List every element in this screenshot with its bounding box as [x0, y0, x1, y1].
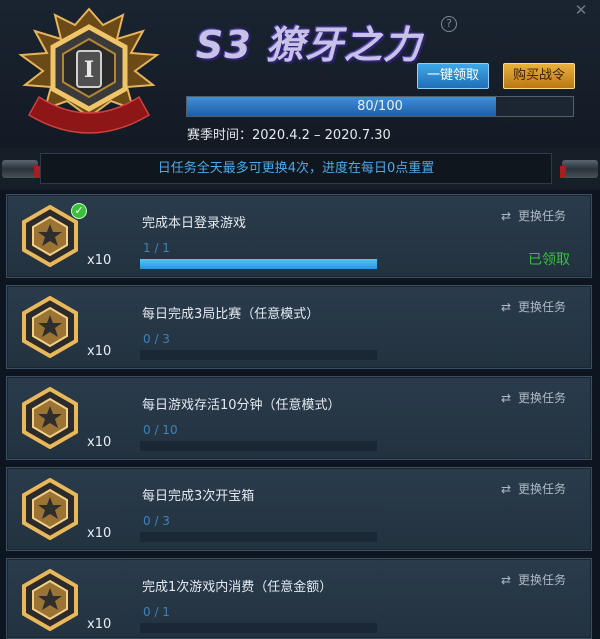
task-progress-bar — [140, 532, 377, 542]
swap-task-button[interactable]: ⇄ 更换任务 — [501, 298, 566, 315]
task-progress-text: 0 / 3 — [143, 514, 170, 528]
season-header: I S3 獠牙之力 ? ✕ 一键领取 购买战令 80/100 赛季时间：2020… — [0, 0, 600, 148]
task-progress-bar — [140, 623, 377, 633]
notice-panel: 日任务全天最多可更换4次，进度在每日0点重置 — [40, 153, 552, 184]
close-icon[interactable]: ✕ — [570, 2, 592, 18]
swap-icon: ⇄ — [501, 300, 512, 314]
task-card: ✓ x10 完成本日登录游戏 1 / 1 ⇄ 更换任务 已领取 — [6, 194, 592, 278]
help-icon[interactable]: ? — [441, 16, 457, 32]
task-reward: x10 — [87, 344, 112, 359]
task-reward: x10 — [87, 435, 112, 450]
pipe-right-decoration — [562, 160, 598, 178]
swap-task-button[interactable]: ⇄ 更换任务 — [501, 480, 566, 497]
star-medal-icon — [22, 569, 78, 631]
notice-bar: 日任务全天最多可更换4次，进度在每日0点重置 — [0, 148, 600, 190]
task-card: x10 每日完成3局比赛（任意模式） 0 / 3 ⇄ 更换任务 — [6, 285, 592, 369]
task-reward: x10 — [87, 617, 112, 632]
task-progress-bar — [140, 350, 377, 360]
season-title: S3 獠牙之力 — [196, 23, 423, 67]
swap-task-button[interactable]: ⇄ 更换任务 — [501, 207, 566, 224]
swap-task-label: 更换任务 — [518, 573, 567, 587]
season-progress-bar: 80/100 — [186, 96, 574, 117]
task-progress-bar — [140, 441, 377, 451]
swap-task-label: 更换任务 — [518, 300, 567, 314]
task-progress-text: 1 / 1 — [143, 241, 170, 255]
task-progress-fill — [140, 259, 377, 269]
task-reward: x10 — [87, 526, 112, 541]
rank-level-text: I — [84, 57, 94, 83]
swap-task-button[interactable]: ⇄ 更换任务 — [501, 571, 566, 588]
pipe-left-decoration — [2, 160, 38, 178]
task-title: 完成1次游戏内消费（任意金额） — [142, 580, 333, 595]
star-medal-icon — [22, 387, 78, 449]
task-card: x10 每日游戏存活10分钟（任意模式） 0 / 10 ⇄ 更换任务 — [6, 376, 592, 460]
swap-icon: ⇄ — [501, 391, 512, 405]
task-list: ✓ x10 完成本日登录游戏 1 / 1 ⇄ 更换任务 已领取 x10 每日完成3… — [0, 190, 600, 639]
claimed-status: 已领取 — [528, 252, 570, 268]
season-time: 赛季时间：2020.4.2 – 2020.7.30 — [187, 128, 391, 143]
task-title: 每日完成3局比赛（任意模式） — [142, 307, 320, 322]
claim-all-button[interactable]: 一键领取 — [417, 63, 489, 89]
star-medal-icon — [22, 478, 78, 540]
task-title: 每日游戏存活10分钟（任意模式） — [142, 398, 341, 413]
season-progress-text: 80/100 — [357, 99, 403, 114]
buy-pass-button[interactable]: 购买战令 — [503, 63, 575, 89]
task-reward: x10 — [87, 253, 112, 268]
task-card: x10 每日完成3次开宝箱 0 / 3 ⇄ 更换任务 — [6, 467, 592, 551]
task-progress-bar — [140, 259, 377, 269]
swap-task-button[interactable]: ⇄ 更换任务 — [501, 389, 566, 406]
check-icon: ✓ — [71, 203, 87, 219]
swap-task-label: 更换任务 — [518, 209, 567, 223]
swap-task-label: 更换任务 — [518, 391, 567, 405]
task-progress-text: 0 / 10 — [143, 423, 178, 437]
task-title: 每日完成3次开宝箱 — [142, 489, 255, 504]
swap-icon: ⇄ — [501, 209, 512, 223]
swap-icon: ⇄ — [501, 482, 512, 496]
season-title-wrap: S3 獠牙之力 — [196, 14, 423, 67]
star-medal-icon — [22, 205, 78, 267]
pipe-tip-right-decoration — [560, 166, 566, 178]
rank-emblem-icon: I — [18, 7, 160, 134]
star-medal-icon — [22, 296, 78, 358]
task-progress-text: 0 / 1 — [143, 605, 170, 619]
swap-icon: ⇄ — [501, 573, 512, 587]
notice-text: 日任务全天最多可更换4次，进度在每日0点重置 — [157, 161, 435, 176]
task-title: 完成本日登录游戏 — [142, 216, 247, 231]
task-progress-text: 0 / 3 — [143, 332, 170, 346]
task-card: x10 完成1次游戏内消费（任意金额） 0 / 1 ⇄ 更换任务 — [6, 558, 592, 639]
swap-task-label: 更换任务 — [518, 482, 567, 496]
